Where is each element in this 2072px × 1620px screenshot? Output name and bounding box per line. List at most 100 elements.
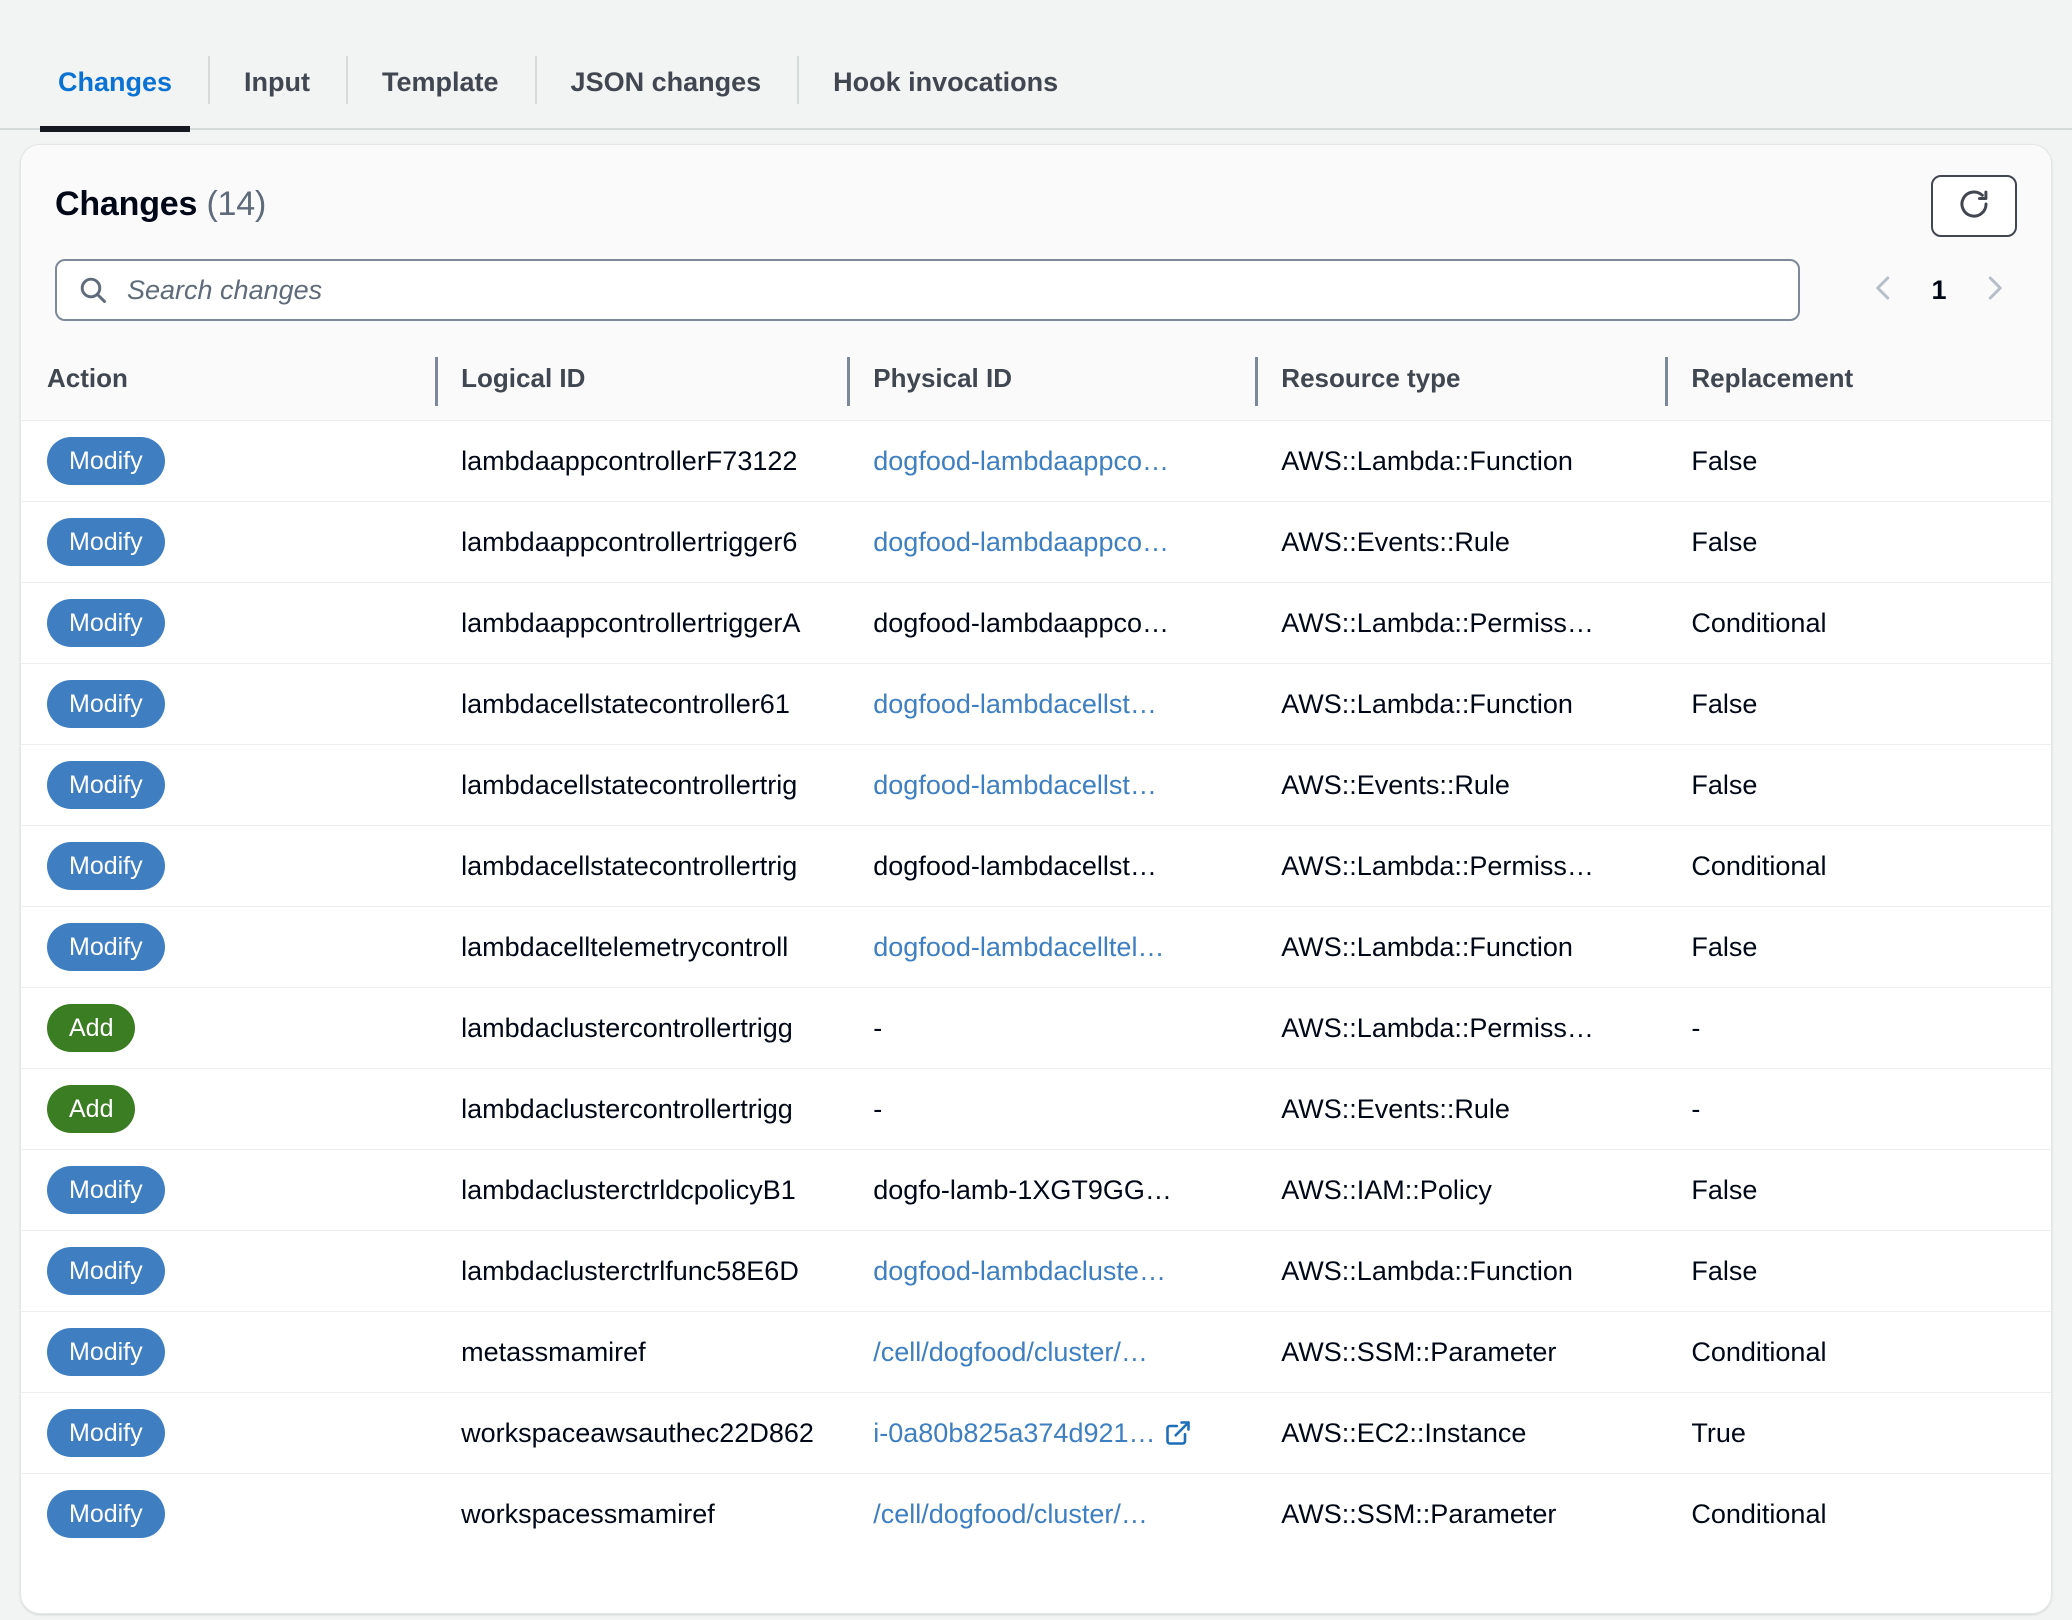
replacement-text: False	[1691, 1174, 1758, 1205]
replacement-text: False	[1691, 688, 1758, 719]
resource-type-text: AWS::Lambda::Function	[1281, 1255, 1573, 1286]
cell-action: Modify	[21, 1311, 436, 1393]
cell-replacement: Conditional	[1665, 1474, 2051, 1555]
pagination-next-button[interactable]	[1971, 264, 2017, 316]
cell-replacement: -	[1665, 1068, 2051, 1150]
physical-id-text: dogfood-lambdaappco…	[873, 607, 1169, 638]
table-row[interactable]: Modify lambdacellstatecontroller61 dogfood…	[21, 663, 2051, 745]
table-row[interactable]: Modify workspacessmamiref/cell/dogfood/cl…	[21, 1474, 2051, 1555]
status-badge: Modify	[47, 437, 165, 485]
tab-label: Hook invocations	[833, 66, 1059, 97]
table-row[interactable]: Modify lambdaappcontrollertrigger6 dogfood…	[21, 501, 2051, 583]
table-row[interactable]: Modify lambdacellstatecontrollertrig dogfo…	[21, 744, 2051, 826]
tab-changes[interactable]: Changes	[22, 34, 208, 132]
physical-id-link[interactable]: dogfood-lambdacelltel…	[873, 932, 1164, 963]
search-input[interactable]	[127, 274, 1778, 306]
cell-action: Modify	[21, 825, 436, 907]
logical-id-text: lambdacellstatecontrollertrig	[461, 769, 798, 800]
table-row[interactable]: Modify lambdaappcontrollerF73122 dogfood-l…	[21, 420, 2051, 502]
physical-id-text: dogfo-lamb-1XGT9GG…	[873, 1174, 1172, 1205]
cell-replacement: True	[1665, 1392, 2051, 1474]
physical-id-link[interactable]: /cell/dogfood/cluster/…	[873, 1499, 1148, 1530]
table-row[interactable]: Add lambdaclustercontrollertrigg - AWS::Lam…	[21, 987, 2051, 1069]
resource-type-text: AWS::Events::Rule	[1281, 769, 1510, 800]
cell-physical-id: -	[847, 1068, 1256, 1150]
cell-logical-id: lambdaappcontrollertrigger6	[435, 501, 848, 583]
cell-replacement: False	[1665, 663, 2051, 745]
cell-action: Modify	[21, 663, 436, 745]
cell-replacement: False	[1665, 1149, 2051, 1231]
resource-type-text: AWS::Lambda::Function	[1281, 931, 1573, 962]
cell-resource-type: AWS::SSM::Parameter	[1255, 1311, 1666, 1393]
search-box[interactable]	[55, 259, 1800, 321]
tab-label: Changes	[58, 66, 173, 97]
column-header-resource-type[interactable]: Resource type	[1255, 345, 1666, 421]
table-row[interactable]: Modify lambdaclusterctrlfunc58E6D dogfood-…	[21, 1230, 2051, 1312]
cell-resource-type: AWS::Lambda::Permiss…	[1255, 825, 1666, 907]
physical-id-link[interactable]: dogfood-lambdacellst…	[873, 689, 1157, 720]
tab-hook-invocations[interactable]: Hook invocations	[797, 34, 1094, 130]
cell-action: Add	[21, 1068, 436, 1150]
column-header-action[interactable]: Action	[21, 345, 436, 421]
column-header-replacement[interactable]: Replacement	[1665, 345, 2051, 421]
status-badge: Modify	[47, 761, 165, 809]
logical-id-text: lambdaclusterctrldcpolicyB1	[461, 1174, 796, 1205]
cell-physical-id: dogfood-lambdacellst…	[847, 825, 1256, 907]
column-header-physical-id[interactable]: Physical ID	[847, 345, 1256, 421]
cell-resource-type: AWS::SSM::Parameter	[1255, 1474, 1665, 1555]
column-header-label: Resource type	[1281, 363, 1461, 393]
table-row[interactable]: Modify lambdaappcontrollertriggerA dogfood…	[21, 582, 2051, 664]
physical-id-link[interactable]: dogfood-lambdaappco…	[873, 527, 1169, 558]
cell-logical-id: metassmamiref	[435, 1311, 848, 1393]
cell-logical-id: lambdacellstatecontrollertrig	[435, 825, 848, 907]
physical-id-text: -	[873, 1012, 883, 1043]
status-badge: Modify	[47, 1247, 165, 1295]
cell-physical-id: dogfood-lambdaappco…	[847, 582, 1256, 664]
cell-physical-id: /cell/dogfood/cluster/…	[847, 1474, 1255, 1555]
physical-id-link[interactable]: /cell/dogfood/cluster/…	[873, 1337, 1148, 1368]
refresh-icon	[1957, 187, 1991, 226]
pagination-page-1[interactable]: 1	[1921, 275, 1957, 306]
table-row[interactable]: Add lambdaclustercontrollertrigg - AWS::Eve…	[21, 1068, 2051, 1150]
cell-physical-id: dogfood-lambdacelltel…	[847, 906, 1256, 988]
table-row[interactable]: Modify workspaceawsauthec22D862 i-0a80b825…	[21, 1392, 2051, 1474]
cell-replacement: Conditional	[1665, 582, 2051, 664]
search-icon	[77, 274, 109, 306]
replacement-text: False	[1691, 1255, 1758, 1286]
cell-resource-type: AWS::Events::Rule	[1255, 501, 1666, 583]
table-row[interactable]: Modify lambdacellstatecontrollertrig dogfo…	[21, 825, 2051, 907]
table-row[interactable]: Modify lambdacelltelemetrycontroll dogfood…	[21, 906, 2051, 988]
physical-id-link[interactable]: dogfood-lambdacellst…	[873, 770, 1157, 801]
resource-type-text: AWS::Events::Rule	[1281, 1093, 1510, 1124]
external-link-icon[interactable]	[1164, 1419, 1192, 1447]
replacement-text: False	[1691, 526, 1758, 557]
cell-replacement: False	[1665, 1230, 2051, 1312]
tab-template[interactable]: Template	[346, 34, 535, 130]
physical-id-link[interactable]: dogfood-lambdaappco…	[873, 446, 1169, 477]
cell-replacement: False	[1665, 744, 2051, 826]
pagination-prev-button[interactable]	[1861, 264, 1907, 316]
replacement-text: -	[1691, 1012, 1701, 1043]
tab-json-changes[interactable]: JSON changes	[534, 34, 798, 130]
status-badge: Modify	[47, 1328, 165, 1376]
status-badge: Modify	[47, 842, 165, 890]
logical-id-text: metassmamiref	[461, 1336, 646, 1367]
resource-type-text: AWS::Lambda::Permiss…	[1281, 1012, 1594, 1043]
physical-id-link[interactable]: i-0a80b825a374d921…	[873, 1418, 1155, 1449]
cell-physical-id: dogfo-lamb-1XGT9GG…	[847, 1149, 1256, 1231]
tab-input[interactable]: Input	[208, 34, 346, 130]
column-header-logical-id[interactable]: Logical ID	[435, 345, 848, 421]
table-row[interactable]: Modify lambdaclusterctrldcpolicyB1 dogfo-l…	[21, 1149, 2051, 1231]
changes-table: Action Logical ID Physical ID Resource type…	[21, 345, 2051, 1555]
physical-id-link[interactable]: dogfood-lambdacluste…	[873, 1256, 1166, 1287]
cell-replacement: False	[1665, 501, 2051, 583]
column-header-label: Physical ID	[873, 363, 1012, 393]
refresh-button[interactable]	[1931, 175, 2017, 237]
cell-resource-type: AWS::Lambda::Function	[1255, 663, 1666, 745]
replacement-text: -	[1691, 1093, 1701, 1124]
column-header-label: Action	[47, 363, 128, 393]
table-row[interactable]: Modify metassmamiref/cell/dogfood/cluster…	[21, 1311, 2051, 1393]
tab-label: Template	[382, 66, 499, 97]
cell-action: Modify	[21, 420, 436, 502]
cell-physical-id: /cell/dogfood/cluster/…	[847, 1311, 1256, 1393]
